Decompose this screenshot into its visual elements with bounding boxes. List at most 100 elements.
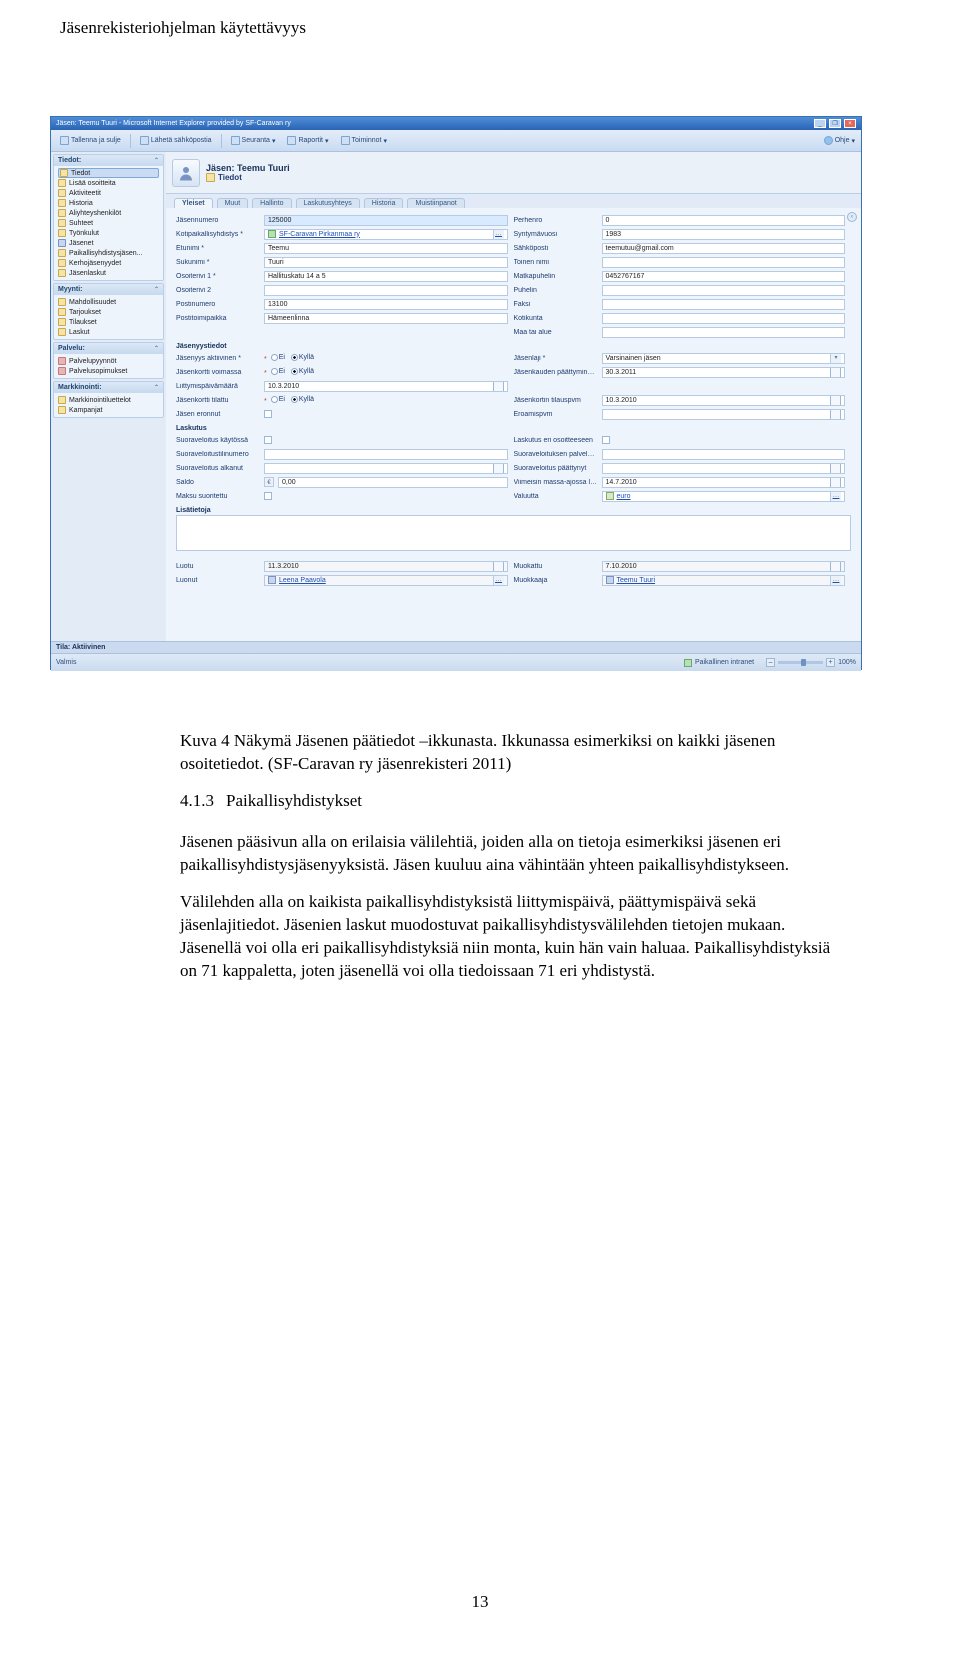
- field-suoravel-tili[interactable]: [264, 449, 508, 460]
- field-faksi[interactable]: [602, 299, 846, 310]
- sidebar-item[interactable]: Jäsenlaskut: [58, 268, 159, 278]
- label-jasen-eronnut: Jäsen eronnut: [176, 411, 260, 418]
- chevron-up-icon[interactable]: ⌃: [154, 345, 159, 352]
- zoom-out-icon[interactable]: –: [766, 658, 775, 667]
- zoom-control[interactable]: – + 100%: [766, 658, 856, 667]
- sidebar-item[interactable]: Työnkulut: [58, 228, 159, 238]
- minimize-icon[interactable]: _: [814, 119, 826, 128]
- field-suoravel-alk[interactable]: [264, 463, 508, 474]
- field-kotipaikallisyhdistys[interactable]: SF-Caravan Pirkanmaa ry: [264, 229, 508, 240]
- field-suoravel-paat[interactable]: [602, 463, 846, 474]
- maximize-icon[interactable]: ❐: [829, 119, 841, 128]
- field-osoiterivi1[interactable]: Hallituskatu 14 a 5: [264, 271, 508, 282]
- sidebar-item[interactable]: Jäsenet: [58, 238, 159, 248]
- tab-historia[interactable]: Historia: [364, 198, 404, 208]
- label-maa: Maa tai alue: [514, 329, 598, 336]
- sidebar-item[interactable]: Laskut: [58, 327, 159, 337]
- sidebar-item[interactable]: Lisää osoitteita: [58, 178, 159, 188]
- chevron-up-icon[interactable]: ⌃: [154, 384, 159, 391]
- label-eroamispvm: Eroamispvm: [514, 411, 598, 418]
- field-jasenkauden[interactable]: 30.3.2011: [602, 367, 846, 378]
- sidebar-item[interactable]: Kerhojäsenyydet: [58, 258, 159, 268]
- label-etunimi: Etunimi *: [176, 245, 260, 252]
- field-maa[interactable]: [602, 327, 846, 338]
- ribbon-send-email[interactable]: Lähetä sähköpostia: [137, 135, 215, 146]
- tab-yleiset[interactable]: Yleiset: [174, 198, 213, 208]
- sidebar-item[interactable]: Mahdollisuudet: [58, 297, 159, 307]
- ribbon-tracking[interactable]: Seuranta ▾: [228, 135, 279, 146]
- field-osoiterivi2[interactable]: [264, 285, 508, 296]
- field-jasennumero[interactable]: 125000: [264, 215, 508, 226]
- field-jasenkortin-tilauspvm[interactable]: 10.3.2010: [602, 395, 846, 406]
- field-lisatietoja[interactable]: [176, 515, 851, 551]
- radio-jasenkortti-voimassa[interactable]: * Ei Kyllä: [264, 368, 318, 377]
- field-saldo[interactable]: 0,00: [278, 477, 508, 488]
- status-tila: Tila: Aktiivinen: [51, 641, 861, 653]
- sidebar-item[interactable]: Markkinointiluettelot: [58, 395, 159, 405]
- sidebar-item[interactable]: Suhteet: [58, 218, 159, 228]
- label-faksi: Faksi: [514, 301, 598, 308]
- checkbox-suoravel-kayt[interactable]: [264, 436, 272, 444]
- field-etunimi[interactable]: Teemu: [264, 243, 508, 254]
- field-suoravel-palv[interactable]: [602, 449, 846, 460]
- folder-icon: [58, 308, 66, 316]
- label-perhenro: Perhenro: [514, 217, 598, 224]
- label-suoraveloitus-paattynyt: Suoraveloitus päättynyt: [514, 465, 598, 472]
- tab-hallinto[interactable]: Hallinto: [252, 198, 291, 208]
- tab-laskutusyhteys[interactable]: Laskutusyhteys: [296, 198, 360, 208]
- sidebar-item[interactable]: Palvelupyynnöt: [58, 356, 159, 366]
- tab-muut[interactable]: Muut: [217, 198, 249, 208]
- field-liittymispvm[interactable]: 10.3.2010: [264, 381, 508, 392]
- field-postinumero[interactable]: 13100: [264, 299, 508, 310]
- chevron-up-icon[interactable]: ⌃: [154, 157, 159, 164]
- chevron-up-icon[interactable]: ⌃: [154, 286, 159, 293]
- field-toinen-nimi[interactable]: [602, 257, 846, 268]
- field-eroamispvm[interactable]: [602, 409, 846, 420]
- field-viimeisin[interactable]: 14.7.2010: [602, 477, 846, 488]
- checkbox-lask-eri[interactable]: [602, 436, 610, 444]
- field-perhenro[interactable]: 0: [602, 215, 846, 226]
- ribbon-save-close[interactable]: Tallenna ja sulje: [57, 135, 124, 146]
- ribbon-help[interactable]: Ohje ▾: [824, 136, 855, 145]
- checkbox-maksu-suor[interactable]: [264, 492, 272, 500]
- sidebar-item[interactable]: Historia: [58, 198, 159, 208]
- sidebar-item[interactable]: Tilaukset: [58, 317, 159, 327]
- field-matkapuhelin[interactable]: 0452767167: [602, 271, 846, 282]
- status-network: Paikallinen intranet: [695, 659, 754, 666]
- close-icon[interactable]: ×: [844, 119, 856, 128]
- field-valuutta[interactable]: euro: [602, 491, 846, 502]
- sidebar-item[interactable]: Paikallisyhdistysjäsen...: [58, 248, 159, 258]
- label-jasenyys-aktiivinen: Jäsenyys aktiivinen *: [176, 355, 260, 362]
- tabs: Yleiset Muut Hallinto Laskutusyhteys His…: [166, 194, 861, 208]
- field-muokkaaja[interactable]: Teemu Tuuri: [602, 575, 846, 586]
- window-title: Jäsen: Teemu Tuuri - Microsoft Internet …: [56, 120, 291, 127]
- sidebar-item[interactable]: Aliyhteyshenkilöt: [58, 208, 159, 218]
- zoom-in-icon[interactable]: +: [826, 658, 835, 667]
- radio-jasenyys-aktiivinen[interactable]: * Ei Kyllä: [264, 354, 318, 363]
- field-postitoimipaikka[interactable]: Hämeenlinna: [264, 313, 508, 324]
- label-jasennumero: Jäsennumero: [176, 217, 260, 224]
- collapse-icon[interactable]: ‹: [847, 212, 857, 222]
- field-puhelin[interactable]: [602, 285, 846, 296]
- field-sahkoposti[interactable]: teemutuu@gmail.com: [602, 243, 846, 254]
- sidebar-item[interactable]: Palvelusopimukset: [58, 366, 159, 376]
- sidebar-item[interactable]: Tarjoukset: [58, 307, 159, 317]
- radio-jasenkortti-tilattu[interactable]: * Ei Kyllä: [264, 396, 318, 405]
- page-number: 13: [0, 1592, 960, 1612]
- field-kotikunta[interactable]: [602, 313, 846, 324]
- field-syntymavuosi[interactable]: 1983: [602, 229, 846, 240]
- sidebar-item[interactable]: Kampanjat: [58, 405, 159, 415]
- report-icon: [287, 136, 296, 145]
- label-sukunimi: Sukunimi *: [176, 259, 260, 266]
- sidebar-item[interactable]: Aktiviteetit: [58, 188, 159, 198]
- checkbox-jasen-eronnut[interactable]: [264, 410, 272, 418]
- field-sukunimi[interactable]: Tuuri: [264, 257, 508, 268]
- sidebar-item-tiedot[interactable]: Tiedot: [58, 168, 159, 178]
- folder-icon: [58, 179, 66, 187]
- folder-icon: [58, 199, 66, 207]
- ribbon-actions[interactable]: Toiminnot ▾: [338, 135, 390, 146]
- field-jasenlaji[interactable]: Varsinainen jäsen: [602, 353, 846, 364]
- field-luonut[interactable]: Leena Paavola: [264, 575, 508, 586]
- tab-muistiinpanot[interactable]: Muistiinpanot: [407, 198, 464, 208]
- ribbon-reports[interactable]: Raportit ▾: [284, 135, 331, 146]
